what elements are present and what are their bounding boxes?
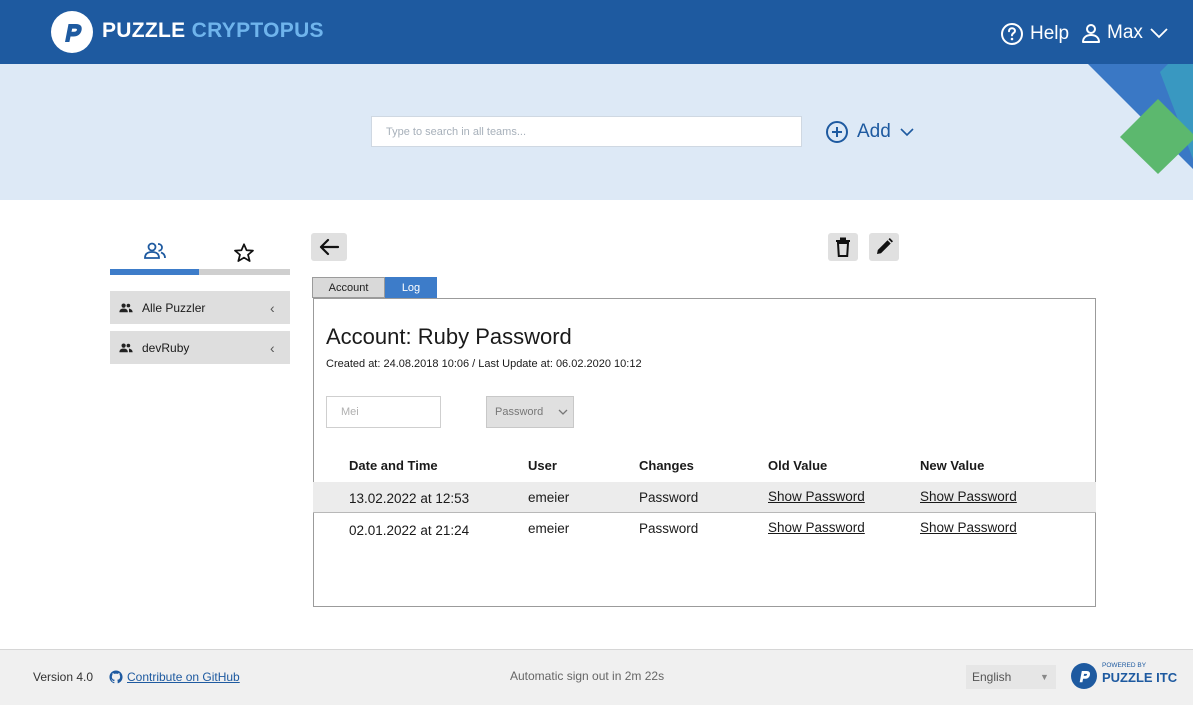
- group-icon: [119, 303, 133, 312]
- tab-favourites[interactable]: [233, 242, 255, 269]
- tab-log[interactable]: Log: [385, 277, 437, 298]
- user-menu[interactable]: Max: [1080, 22, 1169, 44]
- cell-changes: Password: [639, 490, 699, 505]
- cell-date: 13.02.2022 at 12:53: [349, 491, 470, 506]
- show-old-password-link[interactable]: Show Password: [768, 489, 865, 504]
- change-type-select[interactable]: Password: [486, 396, 574, 428]
- account-title: Account: Ruby Password: [326, 324, 572, 349]
- app-brand[interactable]: PUZZLE CRYPTOPUS: [102, 19, 324, 43]
- sidebar-item-alle-puzzler[interactable]: Alle Puzzler ‹: [110, 291, 290, 324]
- brand-part2: CRYPTOPUS: [191, 19, 324, 42]
- col-header-user: User: [528, 458, 557, 473]
- chevron-left-icon: ‹: [270, 339, 275, 356]
- signout-timer: Automatic sign out in 2m 22s: [510, 669, 665, 683]
- add-button[interactable]: Add: [825, 120, 915, 144]
- change-type-value: Password: [495, 406, 544, 418]
- plus-circle-icon: [826, 121, 848, 143]
- sidebar-tab-indicator: [110, 269, 290, 275]
- sidebar-item-label: devRuby: [142, 340, 190, 355]
- user-filter-input[interactable]: [326, 396, 441, 428]
- cell-date: 02.01.2022 at 21:24: [349, 523, 470, 538]
- language-value: English: [972, 670, 1012, 684]
- chevron-down-icon: [1150, 28, 1168, 39]
- chevron-down-icon: [558, 409, 568, 415]
- user-icon: [1082, 24, 1100, 43]
- show-new-password-link[interactable]: Show Password: [920, 489, 1017, 504]
- cell-user: emeier: [528, 490, 570, 505]
- puzzle-itc-logo-icon: [1071, 663, 1097, 689]
- col-header-new-value: New Value: [920, 458, 985, 473]
- help-circle-icon: [1001, 23, 1023, 45]
- add-label: Add: [857, 121, 891, 142]
- back-button[interactable]: [311, 233, 347, 261]
- show-new-password-link[interactable]: Show Password: [920, 520, 1017, 535]
- col-header-changes: Changes: [639, 458, 694, 473]
- powered-brand: PUZZLE ITC: [1102, 670, 1178, 685]
- pencil-icon: [877, 238, 893, 254]
- cell-changes: Password: [639, 521, 699, 536]
- github-link[interactable]: Contribute on GitHub: [127, 670, 240, 684]
- tab-account[interactable]: Account: [312, 277, 385, 298]
- github-icon: [109, 670, 123, 689]
- language-select[interactable]: English ▼: [966, 665, 1056, 689]
- col-header-old-value: Old Value: [768, 458, 828, 473]
- sidebar-item-devruby[interactable]: devRuby ‹: [110, 331, 290, 364]
- sidebar-item-label: Alle Puzzler: [142, 300, 206, 315]
- account-meta: Created at: 24.08.2018 10:06 / Last Upda…: [326, 358, 642, 370]
- search-input[interactable]: [371, 116, 802, 147]
- teams-icon: [144, 242, 166, 259]
- chevron-left-icon: ‹: [270, 299, 275, 316]
- group-icon: [119, 343, 133, 352]
- brand-part1: PUZZLE: [102, 19, 186, 42]
- edit-button[interactable]: [869, 233, 899, 261]
- tab-teams[interactable]: [143, 241, 167, 266]
- star-icon: [234, 243, 254, 262]
- user-label: Max: [1107, 22, 1143, 43]
- show-old-password-link[interactable]: Show Password: [768, 520, 865, 535]
- arrow-left-icon: [319, 238, 340, 256]
- chevron-down-icon: [900, 128, 914, 137]
- help-label: Help: [1030, 23, 1070, 44]
- trash-icon: [836, 237, 850, 257]
- logo-icon[interactable]: [51, 11, 93, 53]
- powered-by-text: POWERED BY: [1102, 662, 1147, 669]
- col-header-date: Date and Time: [349, 458, 438, 473]
- help-link[interactable]: Help: [1000, 22, 1069, 46]
- chevron-down-icon: ▼: [1040, 672, 1049, 682]
- version-text: Version 4.0: [33, 670, 94, 684]
- cell-user: emeier: [528, 521, 570, 536]
- delete-button[interactable]: [828, 233, 858, 261]
